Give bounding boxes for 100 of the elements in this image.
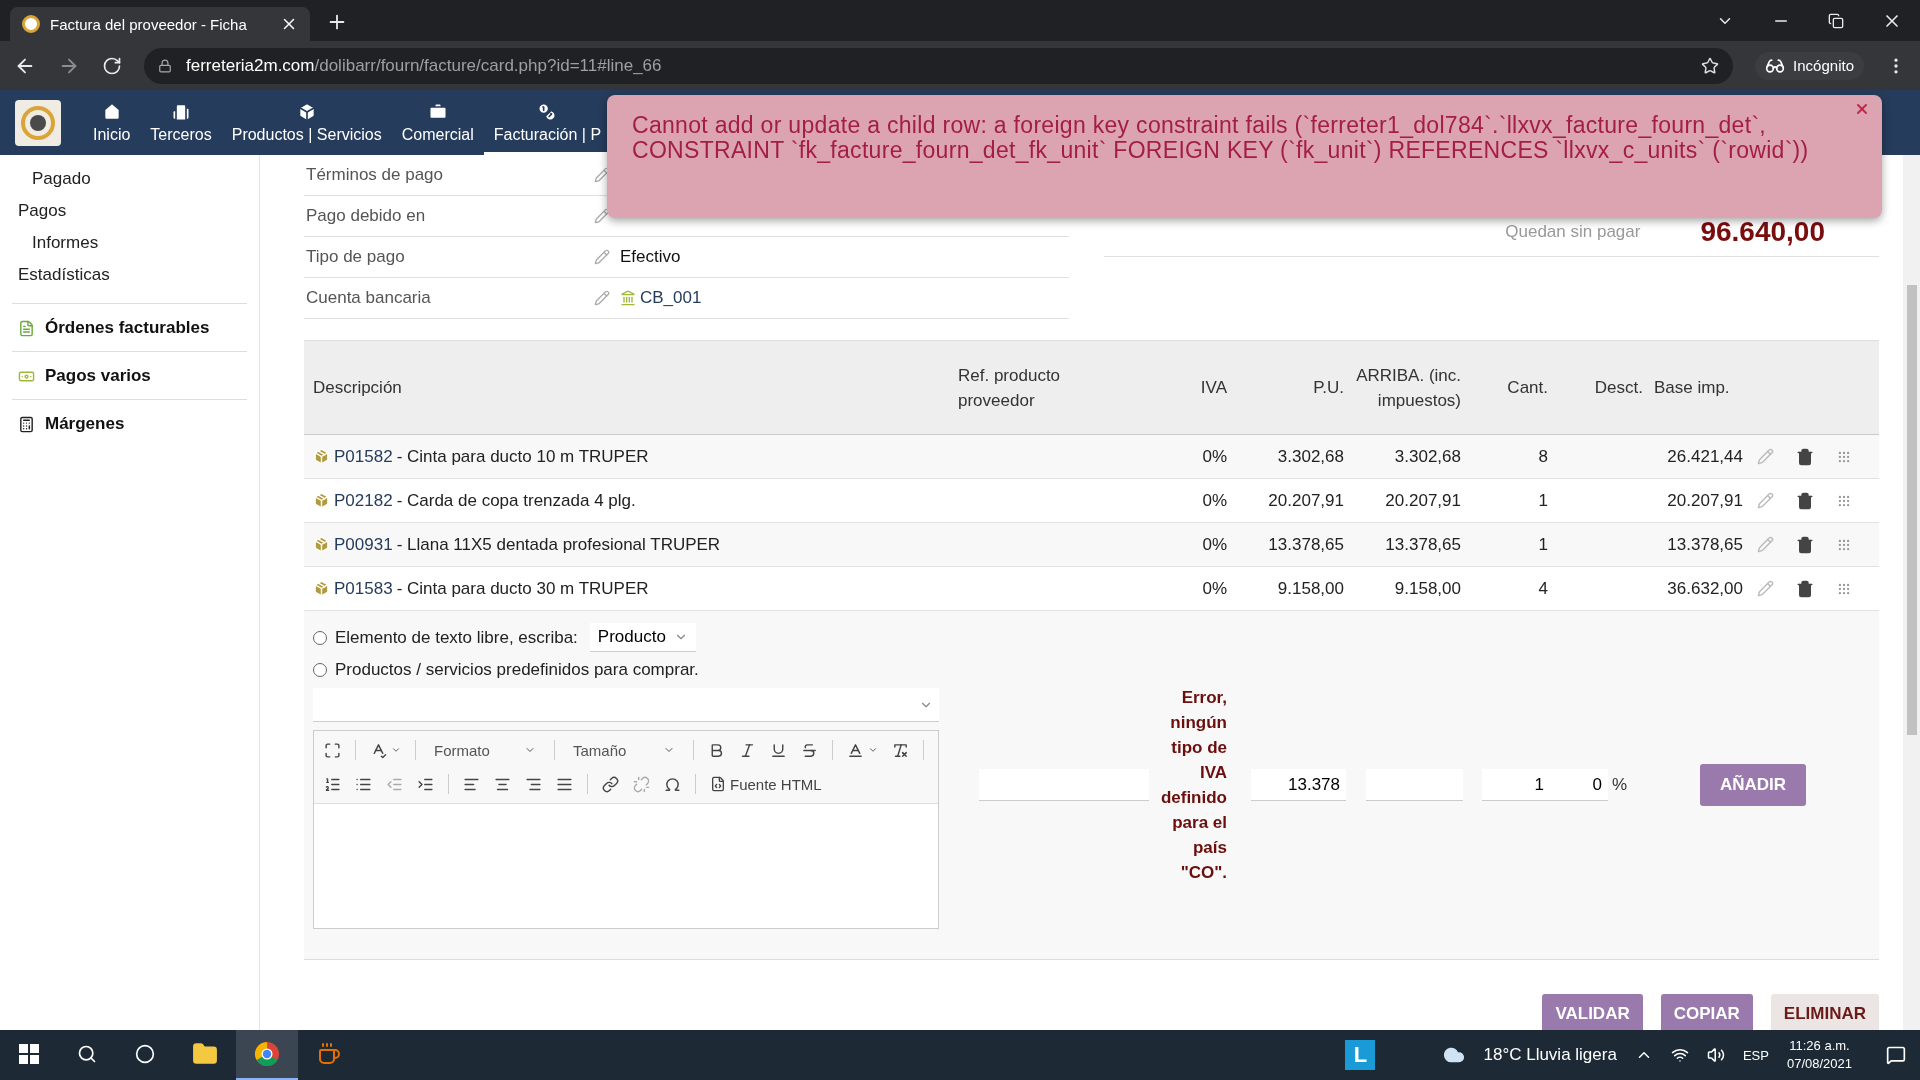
maximize-button[interactable] xyxy=(324,741,341,759)
table-cell-text: 13.378,65 xyxy=(1267,534,1345,555)
summary-label: Quedan sin pagar xyxy=(1505,222,1641,242)
bank-account-link[interactable]: CB_001 xyxy=(640,288,702,308)
close-button[interactable] xyxy=(1854,101,1870,117)
column-header: P.U. xyxy=(1312,377,1345,399)
error-message: Error, ningún tipo de IVA definido para el país "CO". xyxy=(1159,687,1228,884)
radio-button[interactable] xyxy=(313,663,327,677)
delete-icon[interactable] xyxy=(1796,535,1814,554)
italic-button[interactable] xyxy=(739,741,756,759)
nav-item[interactable]: Comercial xyxy=(391,90,484,155)
radio-button[interactable] xyxy=(313,630,327,645)
table-cell-text: 9.158,00 xyxy=(1276,578,1345,599)
delete-icon[interactable] xyxy=(1796,447,1814,466)
calculator-icon xyxy=(18,415,35,433)
briefcase-icon xyxy=(427,102,448,122)
field-label: Términos de pago xyxy=(305,165,445,185)
browser-icon xyxy=(254,1041,280,1067)
sidebar-section[interactable]: Órdenes facturables xyxy=(12,303,247,351)
nav-item[interactable]: Terceros xyxy=(140,90,222,155)
special-character-button[interactable] xyxy=(664,775,681,793)
quantity-field[interactable]: 1 xyxy=(1482,769,1550,801)
code-file-icon xyxy=(710,776,726,792)
document-icon xyxy=(18,319,35,337)
product-link[interactable]: P02182 xyxy=(334,490,393,511)
weather-text[interactable]: 18°C Lluvia ligera xyxy=(1483,1045,1617,1065)
field-label: Cuenta bancaria xyxy=(305,288,432,308)
size-dropdown[interactable]: Tamaño xyxy=(569,741,679,759)
text-color-icon xyxy=(847,741,864,759)
table-cell-text: 3.302,68 xyxy=(1276,446,1345,467)
scrollbar-thumb[interactable] xyxy=(1906,285,1917,735)
search-icon xyxy=(77,1044,97,1064)
product-link[interactable]: P01583 xyxy=(334,578,393,599)
text-color-button[interactable] xyxy=(847,741,878,759)
column-header: Base imp. xyxy=(1653,377,1731,399)
nav-item[interactable]: Productos | Servicios xyxy=(221,90,392,155)
column-header: Desct. xyxy=(1593,377,1644,399)
address-bar[interactable]: ferreteria2m.com/dolibarr/fourn/facture/card.php?id=11#line_66 xyxy=(144,47,1734,84)
sidebar-link[interactable]: Pagos xyxy=(12,195,247,227)
taskbar-app[interactable] xyxy=(236,1030,298,1080)
column-header: Ref. producto proveedor xyxy=(957,364,1062,412)
sidebar-link[interactable]: Pagado xyxy=(12,163,247,195)
text-editor[interactable]: Formato Tamaño Fuente HTML xyxy=(313,730,939,929)
drag-handle-icon[interactable] xyxy=(1836,537,1851,552)
html-source-button[interactable]: Fuente HTML xyxy=(710,775,822,793)
wifi-icon[interactable] xyxy=(1670,1046,1689,1064)
link-button[interactable] xyxy=(602,775,619,793)
coffee-icon xyxy=(317,1042,341,1066)
caret-icon xyxy=(391,745,401,755)
format-dropdown[interactable]: Formato xyxy=(430,741,540,759)
sidebar-section[interactable]: Pagos varios xyxy=(12,351,247,399)
building-icon xyxy=(171,102,192,122)
underline-button[interactable] xyxy=(770,741,787,759)
package-icon xyxy=(313,536,330,553)
restore-icon[interactable] xyxy=(1828,13,1844,29)
price-with-tax-field[interactable] xyxy=(1366,769,1463,801)
column-header: IVA xyxy=(1199,377,1228,399)
table-cell-text: 4 xyxy=(1537,578,1549,599)
table-cell-text: 1 xyxy=(1537,534,1549,555)
add-button[interactable]: AÑADIR xyxy=(1700,764,1807,806)
drag-handle-icon[interactable] xyxy=(1836,449,1851,464)
sidebar-link[interactable]: Estadísticas xyxy=(12,259,247,291)
table-cell-text: 13.378,65 xyxy=(1384,534,1462,555)
type-select[interactable]: Producto xyxy=(589,623,696,652)
table-cell-text: 8 xyxy=(1537,446,1549,467)
sidebar-link[interactable]: Informes xyxy=(12,227,247,259)
drag-handle-icon[interactable] xyxy=(1836,493,1851,508)
supplier-ref-field[interactable] xyxy=(979,769,1149,801)
bookmark-star-icon[interactable] xyxy=(1701,56,1720,75)
notifications-icon[interactable] xyxy=(1886,1045,1906,1065)
delete-icon[interactable] xyxy=(1796,491,1814,510)
unit-price-field[interactable]: 13.378 xyxy=(1251,769,1346,801)
option-label: Elemento de texto libre, escriba: xyxy=(335,627,578,648)
incognito-button[interactable]: Incógnito xyxy=(1755,51,1864,80)
drag-handle-icon[interactable] xyxy=(1836,581,1851,596)
product-link[interactable]: P00931 xyxy=(334,534,393,555)
sidebar-section[interactable]: Márgenes xyxy=(12,399,247,447)
discount-field[interactable]: 0 xyxy=(1549,769,1608,801)
language-indicator[interactable]: ESP xyxy=(1742,1047,1769,1063)
product-description: - Cinta para ducto 10 m TRUPER xyxy=(396,446,649,467)
option-label: Productos / servicios predefinidos para comprar. xyxy=(335,660,699,680)
strikethrough-button[interactable] xyxy=(801,741,818,759)
bank-icon xyxy=(620,290,636,306)
column-header: Cant. xyxy=(1506,377,1549,399)
delete-icon[interactable] xyxy=(1796,579,1814,598)
table-cell-text: 0% xyxy=(1201,534,1228,555)
alert-message: Cannot add or update a child row: a foreign key constraint fails (`ferreter1_dol784`.`llxvx_facture_fourn_det`, CONSTRAINT `fk_facture_fourn_det_fk_unit` FOREIGN KEY (`fk_unit`) REFERENCES `llxvx_c_units` (`rowid`)) xyxy=(632,113,1810,163)
clear-format-button[interactable] xyxy=(892,741,909,759)
edit-icon[interactable] xyxy=(594,208,610,224)
numbered-list-button[interactable] xyxy=(324,775,341,793)
table-cell-text: 0% xyxy=(1201,490,1228,511)
clock[interactable]: 11:26 a.m. 07/08/2021 xyxy=(1786,1037,1852,1073)
volume-icon[interactable] xyxy=(1706,1046,1725,1064)
edit-icon[interactable] xyxy=(594,167,610,183)
browser-tab[interactable]: Factura del proveedor - Ficha xyxy=(10,7,310,41)
nav-item[interactable]: Inicio xyxy=(83,90,141,155)
product-link[interactable]: P01582 xyxy=(334,446,393,467)
caret-icon xyxy=(868,745,878,755)
reload-icon[interactable] xyxy=(102,55,122,76)
table-cell-text: 1 xyxy=(1537,490,1549,511)
